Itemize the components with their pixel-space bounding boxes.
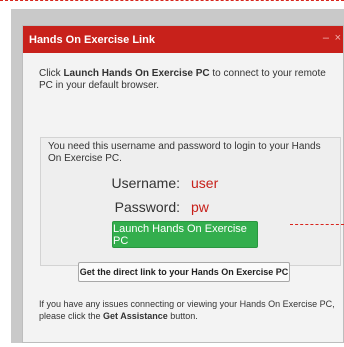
callout-line [290,224,344,225]
credentials-panel: You need this username and password to l… [40,137,341,266]
close-icon[interactable]: × [335,32,341,44]
footer-suffix: button. [167,311,198,321]
password-value: pw [191,199,209,215]
username-label: Username: [111,175,180,191]
password-label: Password: [114,199,180,215]
minimize-icon[interactable]: – [323,32,329,44]
direct-link-button[interactable]: Get the direct link to your Hands On Exe… [78,262,290,282]
assistance-text: If you have any issues connecting or vie… [39,298,339,322]
username-value: user [191,175,219,191]
intro-text: Click Launch Hands On Exercise PC to con… [39,68,329,92]
dialog-title: Hands On Exercise Link [29,33,155,46]
dialog-titlebar: Hands On Exercise Link – × [23,26,343,53]
intro-launch-link: Launch Hands On Exercise PC [63,68,210,79]
footer-get-assistance: Get Assistance [103,311,168,321]
launch-exercise-pc-button[interactable]: Launch Hands On Exercise PC [112,221,258,248]
credentials-message: You need this username and password to l… [48,141,321,164]
intro-prefix: Click [39,68,64,79]
guide-line [0,0,344,2]
hands-on-exercise-dialog: Hands On Exercise Link – × Click Launch … [22,25,344,343]
